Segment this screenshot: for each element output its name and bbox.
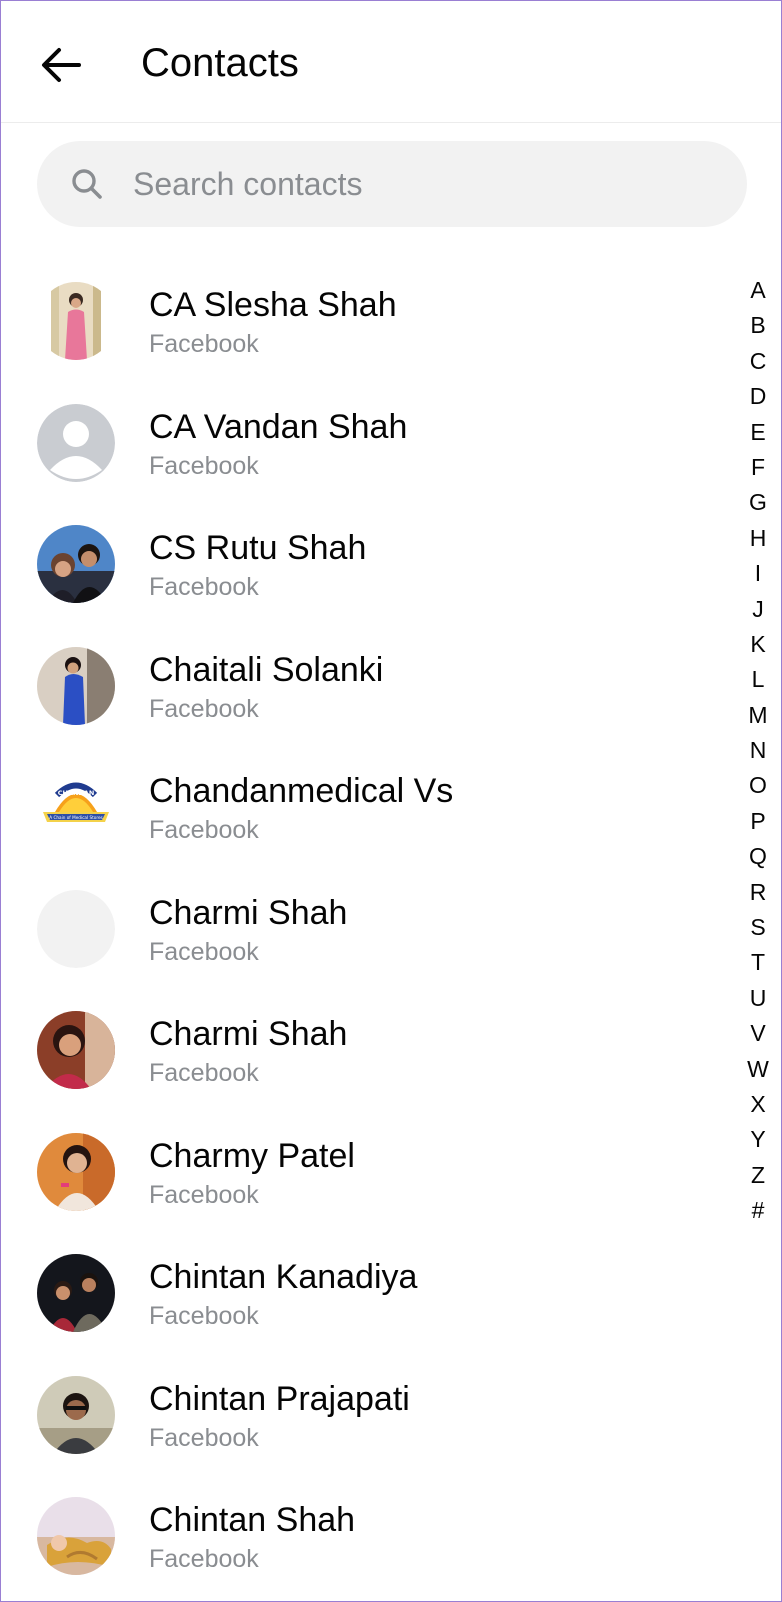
contact-row[interactable]: Chaitali Solanki Facebook	[1, 627, 741, 749]
avatar	[37, 525, 115, 603]
page-title: Contacts	[141, 41, 299, 85]
avatar	[37, 889, 115, 968]
avatar	[37, 1011, 115, 1089]
profile-photo-icon	[37, 1375, 115, 1454]
contact-source: Facebook	[149, 694, 259, 723]
contact-name: CA Slesha Shah	[149, 286, 397, 324]
index-letter-h[interactable]: H	[750, 521, 767, 556]
contact-name: Chandanmedical Vs	[149, 772, 454, 810]
contact-row[interactable]: Charmi Shah Facebook	[1, 991, 741, 1113]
search-bar[interactable]	[37, 141, 747, 227]
profile-photo-icon	[37, 1132, 115, 1211]
index-letter-x[interactable]: X	[750, 1087, 765, 1122]
svg-text:A Chain of Medical Stores: A Chain of Medical Stores	[49, 815, 102, 820]
index-letter-l[interactable]: L	[752, 662, 765, 697]
contact-source: Facebook	[149, 573, 259, 601]
contact-row[interactable]: CHANDAN A Chain of Medical Stores Chanda…	[1, 748, 741, 870]
index-letter-y[interactable]: Y	[750, 1122, 765, 1157]
app-header: Contacts	[1, 1, 781, 123]
profile-photo-icon	[37, 525, 115, 603]
contact-name: Chintan Shah	[149, 1501, 356, 1539]
alphabet-index[interactable]: A B C D E F G H I J K L M N O P Q R S T …	[743, 273, 773, 1229]
contact-name: Charmi Shah	[149, 893, 348, 932]
contact-source: Facebook	[149, 1423, 259, 1452]
avatar	[37, 1132, 115, 1211]
index-letter-g[interactable]: G	[749, 485, 767, 520]
contact-row[interactable]: Charmy Patel Facebook	[1, 1113, 741, 1235]
index-letter-w[interactable]: W	[747, 1052, 769, 1087]
svg-text:CHANDAN: CHANDAN	[58, 789, 95, 797]
contact-row[interactable]: Chintan Shah Facebook	[1, 1477, 741, 1599]
index-letter-n[interactable]: N	[750, 733, 767, 768]
contact-row[interactable]: CA Vandan Shah Facebook	[1, 384, 741, 506]
placeholder-avatar-icon	[37, 889, 115, 968]
contact-source: Facebook	[149, 937, 259, 966]
contact-row[interactable]: CS Rutu Shah Facebook	[1, 505, 741, 627]
contact-row[interactable]: CA Slesha Shah Facebook	[1, 262, 741, 384]
profile-photo-icon	[37, 1254, 115, 1332]
index-letter-z[interactable]: Z	[751, 1158, 765, 1193]
index-letter-q[interactable]: Q	[749, 839, 767, 874]
chandan-logo-icon: CHANDAN A Chain of Medical Stores	[37, 768, 115, 846]
contact-row[interactable]: Chintan Prajapati Facebook	[1, 1356, 741, 1478]
search-icon	[72, 169, 102, 199]
index-letter-p[interactable]: P	[750, 804, 765, 839]
contact-source: Facebook	[149, 816, 259, 844]
index-letter-hash[interactable]: #	[752, 1193, 765, 1228]
contact-name: CS Rutu Shah	[149, 529, 367, 567]
arrow-left-icon	[42, 48, 81, 82]
contact-name: Charmy Patel	[149, 1136, 355, 1175]
contact-source: Facebook	[149, 1180, 259, 1209]
contacts-screen: Contacts CA Slesha Shah F	[0, 0, 782, 1602]
contact-name: Chaitali Solanki	[149, 650, 384, 689]
contact-source: Facebook	[149, 1302, 259, 1330]
index-letter-v[interactable]: V	[750, 1016, 765, 1051]
contact-name: Chintan Prajapati	[149, 1379, 410, 1418]
avatar	[37, 1497, 115, 1575]
contact-source: Facebook	[149, 1059, 259, 1087]
index-letter-a[interactable]: A	[750, 273, 765, 308]
contact-row[interactable]: Charmi Shah Facebook	[1, 870, 741, 992]
avatar: CHANDAN A Chain of Medical Stores	[37, 768, 115, 846]
contact-source: Facebook	[149, 1545, 259, 1573]
profile-photo-icon	[37, 1011, 115, 1089]
contact-source: Facebook	[149, 451, 259, 480]
avatar	[37, 1375, 115, 1454]
contact-name: CA Vandan Shah	[149, 407, 408, 446]
index-letter-u[interactable]: U	[750, 981, 767, 1016]
contact-source: Facebook	[149, 330, 259, 358]
default-avatar-icon	[37, 403, 115, 482]
avatar	[37, 1254, 115, 1332]
contact-name: Charmi Shah	[149, 1015, 348, 1053]
index-letter-k[interactable]: K	[750, 627, 765, 662]
contact-name: Chintan Kanadiya	[149, 1258, 418, 1296]
index-letter-o[interactable]: O	[749, 768, 767, 803]
index-letter-f[interactable]: F	[751, 450, 765, 485]
index-letter-m[interactable]: M	[748, 698, 767, 733]
index-letter-e[interactable]: E	[750, 415, 765, 450]
profile-photo-icon	[37, 1497, 115, 1575]
avatar	[37, 403, 115, 482]
search-input[interactable]	[133, 157, 713, 211]
index-letter-c[interactable]: C	[750, 344, 767, 379]
index-letter-d[interactable]: D	[750, 379, 767, 414]
index-letter-i[interactable]: I	[755, 556, 761, 591]
contact-row[interactable]: Chintan Kanadiya Facebook	[1, 1234, 741, 1356]
profile-photo-icon	[37, 282, 115, 360]
avatar	[37, 646, 115, 725]
profile-photo-icon	[37, 646, 115, 725]
back-button[interactable]	[31, 35, 91, 95]
index-letter-b[interactable]: B	[750, 308, 765, 343]
index-letter-s[interactable]: S	[750, 910, 765, 945]
index-letter-r[interactable]: R	[750, 875, 767, 910]
avatar	[37, 282, 115, 360]
contact-list: CA Slesha Shah Facebook CA Vandan Shah F…	[1, 262, 741, 1599]
index-letter-j[interactable]: J	[752, 592, 764, 627]
index-letter-t[interactable]: T	[751, 945, 765, 980]
